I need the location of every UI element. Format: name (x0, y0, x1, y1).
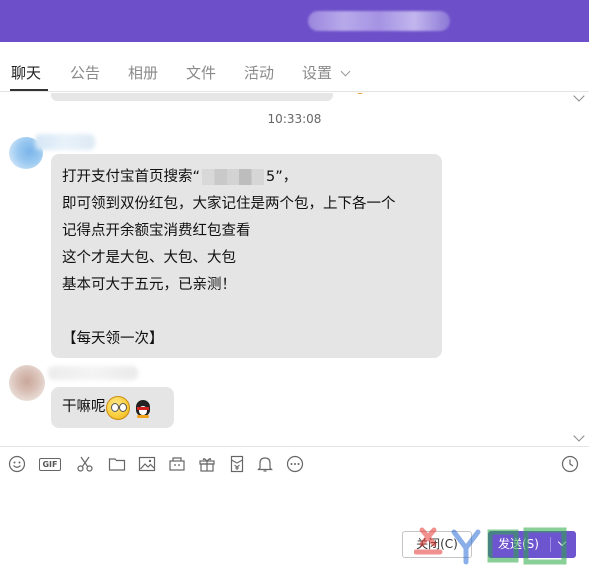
tab-activities[interactable]: 活动 (244, 62, 274, 83)
tab-settings[interactable]: 设置 (302, 62, 332, 83)
message-text: 基本可大于五元，已亲测！ (62, 277, 236, 293)
send-button[interactable]: 发送(S) (488, 531, 576, 558)
message-bubble[interactable]: 打开支付宝首页搜索“ 5”， 即可领到双份红包，大家记住是两个包，上下各一个 记得… (51, 154, 442, 358)
tab-album[interactable]: 相册 (128, 62, 158, 83)
tab-bar: 聊天 公告 相册 文件 活动 设置 (0, 42, 589, 92)
sender-name-redacted (35, 134, 95, 150)
scissors-icon[interactable] (76, 455, 94, 473)
image-icon[interactable] (138, 455, 156, 473)
message-text: 干嘛呢 (62, 399, 106, 415)
chevron-down-icon[interactable] (557, 537, 567, 547)
tab-files[interactable]: 文件 (186, 62, 216, 83)
gift-box-icon[interactable] (168, 455, 186, 473)
history-clock-icon[interactable] (561, 455, 579, 473)
folder-icon[interactable] (108, 455, 126, 473)
red-packet-icon[interactable] (228, 455, 246, 473)
message-input[interactable]: 关闭(C) 发送(S) (0, 478, 589, 569)
input-divider (0, 446, 589, 447)
redacted-keyword (202, 169, 265, 185)
message-text: 【每天领一次】 (62, 331, 164, 347)
qq-penguin-emoji-icon (134, 398, 152, 418)
send-button-separator (550, 537, 551, 552)
group-name-redacted (308, 11, 450, 31)
emoji-icon (357, 93, 363, 94)
input-toolbar: GIF (0, 451, 589, 477)
group-chat-window: 聊天 公告 相册 文件 活动 设置 10:33:08 打开支付宝首页搜索“ 5”，… (0, 0, 589, 569)
scroll-up-arrow-icon[interactable] (573, 93, 585, 102)
message-line: 打开支付宝首页搜索“ 5”， (62, 164, 442, 191)
active-tab-indicator (10, 89, 48, 91)
message-list[interactable]: 10:33:08 打开支付宝首页搜索“ 5”， 即可领到双份红包，大家记住是两个包… (0, 93, 589, 445)
previous-message-bubble (51, 93, 363, 101)
scroll-down-arrow-icon[interactable] (573, 430, 585, 442)
gif-icon[interactable]: GIF (39, 458, 61, 471)
send-button-label: 发送(S) (498, 537, 539, 551)
bell-icon[interactable] (256, 455, 274, 473)
chevron-down-icon[interactable] (340, 66, 351, 77)
message-text: 即可领到双份红包，大家记住是两个包，上下各一个 (62, 196, 396, 212)
tab-chat[interactable]: 聊天 (11, 62, 41, 83)
tab-announcement[interactable]: 公告 (70, 62, 100, 83)
close-button[interactable]: 关闭(C) (402, 531, 472, 558)
emoji-icon[interactable] (8, 455, 26, 473)
message-bubble[interactable]: 干嘛呢 (51, 387, 174, 428)
title-bar[interactable] (0, 0, 589, 42)
sender-name-redacted (48, 366, 138, 380)
gift-icon[interactable] (198, 455, 216, 473)
message-text: 5”， (266, 169, 298, 185)
dizzy-face-emoji-icon (105, 395, 130, 420)
more-icon[interactable] (286, 455, 304, 473)
message-text: 这个才是大包、大包、大包 (62, 250, 236, 266)
avatar[interactable] (9, 365, 45, 401)
message-text: 打开支付宝首页搜索“ (62, 169, 201, 185)
message-text: 记得点开余额宝消费红包查看 (62, 223, 251, 239)
message-timestamp: 10:33:08 (267, 112, 322, 126)
